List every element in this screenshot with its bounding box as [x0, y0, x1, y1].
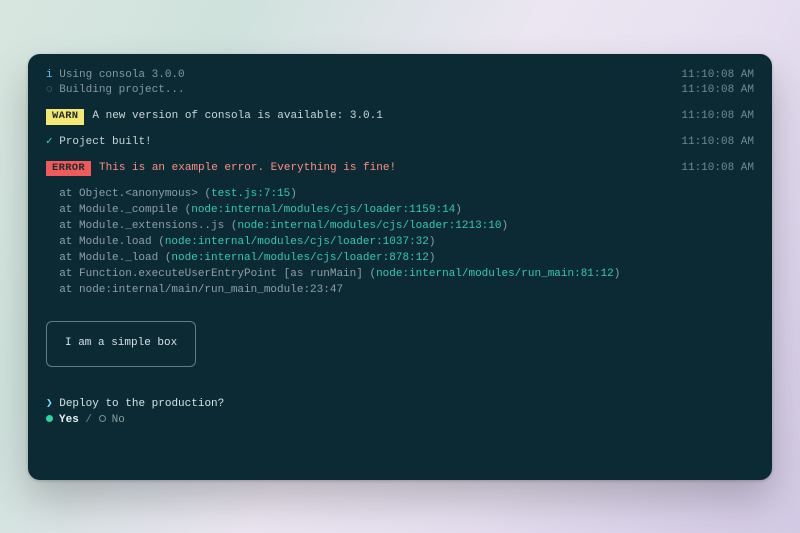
log-line-info: i Using consola 3.0.0 11:10:08 AM: [46, 68, 754, 84]
stack-trace-line: at Object.<anonymous> (test.js:7:15): [46, 187, 754, 203]
stack-trace-line: at Module.load (node:internal/modules/cj…: [46, 235, 754, 251]
log-line-building: ◌ Building project... 11:10:08 AM: [46, 83, 754, 99]
check-icon: ✓: [46, 135, 53, 151]
stack-trace-line: at Module._extensions..js (node:internal…: [46, 219, 754, 235]
warn-badge: WARN: [46, 109, 84, 124]
stack-trace-line: at node:internal/main/run_main_module:23…: [46, 283, 754, 299]
error-text: This is an example error. Everything is …: [99, 161, 681, 177]
log-text: Project built!: [59, 135, 681, 151]
prompt-question: Deploy to the production?: [59, 397, 224, 413]
stack-trace-line: at Module._load (node:internal/modules/c…: [46, 251, 754, 267]
prompt-question-line: ❯ Deploy to the production?: [46, 397, 754, 413]
box-text: I am a simple box: [65, 337, 177, 349]
timestamp: 11:10:08 AM: [681, 161, 754, 177]
timestamp: 11:10:08 AM: [681, 83, 754, 99]
prompt-option-no[interactable]: No: [112, 413, 125, 429]
error-badge: ERROR: [46, 161, 91, 176]
stack-trace: at Object.<anonymous> (test.js:7:15) at …: [46, 187, 754, 299]
simple-box: I am a simple box: [46, 321, 196, 367]
option-separator: /: [79, 413, 99, 429]
info-icon: i: [46, 68, 53, 84]
log-text: Building project...: [59, 83, 681, 99]
log-line-warn: WARN A new version of consola is availab…: [46, 109, 754, 125]
prompt-option-yes[interactable]: Yes: [59, 413, 79, 429]
timestamp: 11:10:08 AM: [681, 109, 754, 125]
timestamp: 11:10:08 AM: [681, 135, 754, 151]
log-text: A new version of consola is available: 3…: [92, 109, 681, 125]
log-line-success: ✓ Project built! 11:10:08 AM: [46, 135, 754, 151]
terminal-window: i Using consola 3.0.0 11:10:08 AM ◌ Buil…: [28, 54, 772, 480]
selected-dot-icon: [46, 415, 53, 422]
log-line-error: ERROR This is an example error. Everythi…: [46, 161, 754, 177]
timestamp: 11:10:08 AM: [681, 68, 754, 84]
stack-trace-line: at Function.executeUserEntryPoint [as ru…: [46, 267, 754, 283]
log-text: Using consola 3.0.0: [59, 68, 681, 84]
stack-trace-line: at Module._compile (node:internal/module…: [46, 203, 754, 219]
prompt-caret-icon: ❯: [46, 397, 53, 413]
prompt-options[interactable]: Yes / No: [46, 413, 754, 429]
spinner-icon: ◌: [46, 83, 53, 99]
unselected-dot-icon: [99, 415, 106, 422]
